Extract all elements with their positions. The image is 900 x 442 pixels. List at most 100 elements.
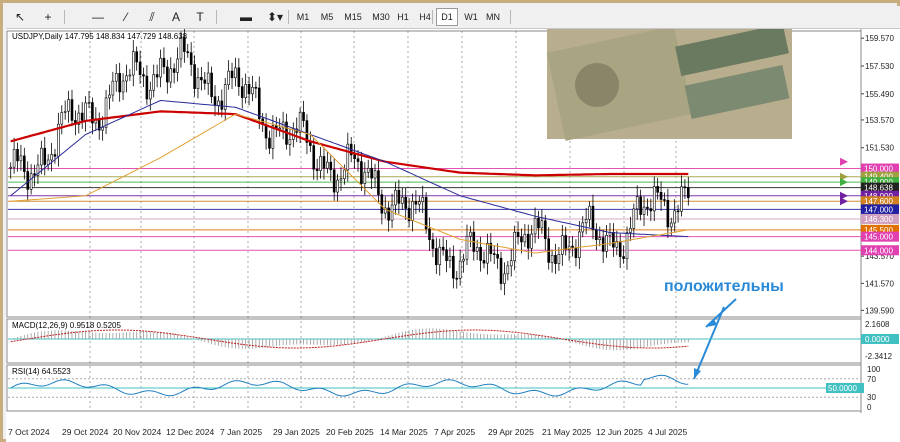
candle-body	[189, 52, 193, 65]
candle-body	[101, 127, 104, 131]
candle-body	[506, 265, 510, 275]
candle-body	[635, 196, 639, 210]
candle-body	[329, 161, 333, 171]
candle-body	[240, 86, 244, 98]
channel-tool-button[interactable]: ⫽	[142, 8, 162, 26]
candle-body	[469, 231, 472, 237]
candle-body	[298, 112, 302, 133]
candle-body	[428, 228, 431, 240]
macd-axis-label: -2.3412	[865, 352, 893, 361]
price-level-tag-label: 145.000	[864, 233, 893, 242]
candle-body	[394, 189, 397, 206]
candle-body	[523, 233, 527, 243]
horizontal-line-tool-button[interactable]: —	[88, 8, 108, 26]
candle-body	[526, 233, 530, 249]
candle-body	[448, 255, 452, 262]
candle-body	[108, 94, 111, 99]
timeframe-m1-button[interactable]: M1	[292, 8, 314, 26]
candle-body	[87, 102, 91, 104]
candle-body	[479, 246, 482, 261]
candle-body	[574, 247, 578, 259]
candle-body	[458, 260, 462, 279]
candle-body	[223, 84, 227, 110]
price-axis-label: 155.490	[865, 90, 894, 99]
candle-body	[656, 186, 659, 193]
candle-body	[155, 74, 159, 78]
timeframe-h1-button[interactable]: H1	[392, 8, 414, 26]
candle-body	[145, 75, 149, 100]
arrows-tool-button[interactable]: ⬍▾	[260, 8, 290, 26]
timeframe-label: W1	[464, 12, 478, 22]
candle-body	[131, 51, 135, 76]
timeframe-m5-button[interactable]: M5	[316, 8, 338, 26]
candle-body	[516, 232, 520, 237]
candle-body	[400, 196, 404, 204]
candle-body	[622, 256, 625, 259]
date-axis-label: 29 Apr 2025	[488, 427, 534, 437]
timeframe-mn-button[interactable]: MN	[482, 8, 504, 26]
candle-body	[268, 137, 271, 149]
candle-body	[520, 236, 523, 243]
candle-body	[669, 222, 673, 228]
timeframe-m15-button[interactable]: M15	[340, 8, 366, 26]
price-axis-label: 157.530	[865, 62, 894, 71]
candle-body	[114, 72, 118, 82]
candle-body	[513, 232, 516, 261]
rectangle-tool-button[interactable]: ▬	[236, 8, 256, 26]
symbol-header: USDJPY,Daily 147.795 148.834 147.729 148…	[12, 32, 188, 41]
candle-body	[23, 155, 26, 172]
candle-body	[598, 237, 602, 240]
candle-body	[271, 125, 275, 149]
date-axis-label: 29 Oct 2024	[62, 427, 109, 437]
candle-body	[509, 260, 513, 267]
candle-body	[533, 217, 537, 235]
candle-body	[319, 156, 322, 171]
price-chart[interactable]: 7 Oct 2024 29 Oct 2024 20 Nov 2024 12 Dec 2…	[6, 29, 900, 442]
timeframe-label: M1	[296, 12, 310, 22]
candle-body	[550, 254, 554, 263]
timeframe-label: H4	[419, 12, 431, 22]
text-tool-button[interactable]: A	[166, 8, 186, 26]
cursor-tool-button[interactable]: ↖	[10, 8, 30, 26]
candle-body	[227, 70, 230, 85]
candle-body	[220, 100, 224, 110]
rsi-axis-label: 30	[867, 393, 876, 402]
candle-body	[455, 277, 459, 280]
candle-body	[373, 170, 377, 179]
timeframe-h4-button[interactable]: H4	[414, 8, 436, 26]
terminal-window: ↖ + — ⁄ ⫽ A T ▬ ⬍▾ M1 M5 M15 M30 H1 H4 D1 W1 MN 7 Oct 202…	[0, 0, 900, 442]
candle-body	[84, 102, 87, 121]
candle-body	[332, 169, 336, 193]
toolbar-separator	[64, 10, 65, 24]
candle-body	[356, 158, 360, 162]
candle-body	[353, 154, 356, 159]
candle-body	[663, 199, 666, 201]
candle-body	[571, 245, 574, 248]
candle-body	[46, 159, 50, 165]
candle-body	[537, 217, 540, 229]
timeframe-label: M5	[320, 12, 334, 22]
candle-body	[135, 51, 138, 63]
trendline-tool-button[interactable]: ⁄	[116, 8, 136, 26]
text-label-icon: T	[196, 10, 204, 24]
macd-axis-label: 2.1608	[865, 320, 890, 329]
candle-body	[680, 186, 683, 212]
candle-body	[29, 173, 33, 190]
date-axis-label: 20 Nov 2024	[113, 427, 161, 437]
timeframe-w1-button[interactable]: W1	[460, 8, 482, 26]
candle-body	[67, 99, 70, 112]
date-axis-label: 7 Jan 2025	[220, 427, 262, 437]
candle-body	[234, 67, 237, 79]
candle-body	[652, 186, 656, 212]
timeframe-m30-button[interactable]: M30	[368, 8, 394, 26]
candle-body	[152, 74, 156, 91]
text-label-tool-button[interactable]: T	[190, 8, 210, 26]
candle-body	[414, 201, 418, 205]
timeframe-label: M15	[344, 12, 362, 22]
crosshair-tool-button[interactable]: +	[38, 8, 58, 26]
timeframe-d1-button[interactable]: D1	[436, 8, 458, 26]
candle-body	[595, 229, 598, 240]
macd-label: MACD(12,26,9) 0.9518 0.5205	[12, 321, 122, 330]
candle-body	[40, 147, 43, 166]
candle-body	[138, 61, 142, 75]
